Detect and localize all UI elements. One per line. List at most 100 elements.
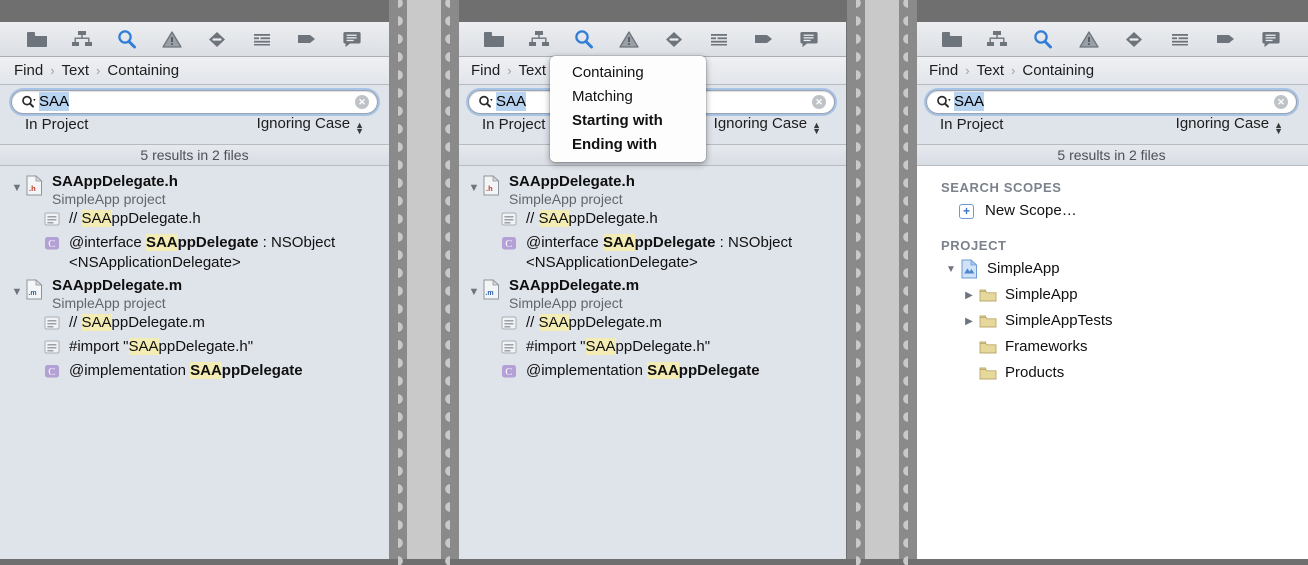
- menu-item-containing[interactable]: Containing: [550, 61, 706, 85]
- scope-tree-row[interactable]: Frameworks: [915, 334, 1308, 360]
- header-file-icon: .h: [26, 175, 46, 200]
- report-bubble-icon[interactable]: [330, 26, 375, 52]
- tag-icon[interactable]: [742, 26, 787, 52]
- result-file-header[interactable]: ▼ .m SAAppDelegate.m SimpleApp project: [0, 274, 389, 312]
- search-input[interactable]: SAA: [11, 90, 378, 114]
- folder-icon[interactable]: [471, 26, 516, 52]
- new-scope-row[interactable]: + New Scope…: [915, 198, 1308, 224]
- breadcrumb-mode[interactable]: Containing: [1022, 62, 1094, 79]
- scope-tree-label: SimpleApp: [1005, 286, 1078, 303]
- disclosure-triangle-icon[interactable]: ▶: [959, 316, 979, 327]
- menu-item-ending-with[interactable]: Ending with: [550, 133, 706, 157]
- clear-search-icon[interactable]: [812, 95, 826, 109]
- clear-search-icon[interactable]: [355, 95, 369, 109]
- hierarchy-icon[interactable]: [975, 26, 1021, 52]
- disclosure-triangle-icon[interactable]: ▼: [8, 276, 26, 298]
- breadcrumb-mode[interactable]: Containing: [107, 62, 179, 79]
- result-file-header[interactable]: ▼ .m SAAppDelegate.m SimpleApp project: [457, 274, 846, 312]
- xcode-project-icon: [961, 259, 981, 279]
- result-file-project: SimpleApp project: [52, 191, 166, 207]
- breadcrumb-find[interactable]: Find: [14, 62, 43, 79]
- disclosure-triangle-icon[interactable]: ▼: [8, 172, 26, 194]
- stepper-icon[interactable]: ▲ ▼: [1274, 121, 1283, 136]
- breadcrumb-text[interactable]: Text: [62, 62, 90, 79]
- disclosure-triangle-icon[interactable]: ▼: [465, 276, 483, 298]
- result-line[interactable]: // SAAppDelegate.h: [0, 208, 389, 232]
- search-icon[interactable]: [561, 26, 606, 52]
- scope-tree-row[interactable]: ▶ SimpleAppTests: [915, 308, 1308, 334]
- disclosure-triangle-icon[interactable]: ▼: [941, 264, 961, 275]
- search-value[interactable]: SAA: [954, 92, 1271, 111]
- report-bubble-icon[interactable]: [787, 26, 832, 52]
- result-line[interactable]: C @interface SAAppDelegate : NSObject <NS…: [457, 232, 846, 274]
- plus-icon[interactable]: +: [959, 203, 979, 219]
- folder-icon[interactable]: [929, 26, 975, 52]
- scope-tree-row[interactable]: Products: [915, 360, 1308, 386]
- line-pre: //: [526, 314, 539, 331]
- line-match: SAA: [81, 314, 112, 331]
- debug-lines-icon[interactable]: [240, 26, 285, 52]
- result-line[interactable]: C @interface SAAppDelegate : NSObject <NS…: [0, 232, 389, 274]
- breadcrumb-text[interactable]: Text: [519, 62, 547, 79]
- disclosure-triangle-icon[interactable]: ▼: [465, 172, 483, 194]
- search-icon[interactable]: [1020, 26, 1066, 52]
- menu-item-matching[interactable]: Matching: [550, 85, 706, 109]
- test-diamond-icon[interactable]: [652, 26, 697, 52]
- folder-icon[interactable]: [14, 26, 59, 52]
- results-list-1: ▼ .h SAAppDelegate.h SimpleApp project /…: [0, 166, 389, 384]
- search-scope-label[interactable]: In Project: [482, 116, 545, 133]
- svg-text:.h: .h: [486, 184, 493, 193]
- breadcrumb-find[interactable]: Find: [471, 62, 500, 79]
- search-magnifier-icon[interactable]: [21, 95, 36, 109]
- scope-tree-row[interactable]: ▼ SimpleApp: [915, 256, 1308, 282]
- debug-lines-icon[interactable]: [1157, 26, 1203, 52]
- search-case-option[interactable]: Ignoring Case ▲ ▼: [1176, 115, 1283, 136]
- stepper-icon[interactable]: ▲ ▼: [355, 121, 364, 136]
- comment-line-icon: [501, 339, 519, 359]
- search-scope-label[interactable]: In Project: [940, 116, 1003, 133]
- result-line[interactable]: #import "SAAppDelegate.h": [0, 336, 389, 360]
- search-icon[interactable]: [104, 26, 149, 52]
- result-line[interactable]: C @implementation SAAppDelegate: [457, 360, 846, 384]
- debug-lines-icon[interactable]: [697, 26, 742, 52]
- result-line[interactable]: // SAAppDelegate.h: [457, 208, 846, 232]
- breadcrumb-text[interactable]: Text: [977, 62, 1005, 79]
- test-diamond-icon[interactable]: [195, 26, 240, 52]
- test-diamond-icon[interactable]: [1112, 26, 1158, 52]
- svg-text:C: C: [505, 367, 512, 378]
- search-case-option[interactable]: Ignoring Case ▲ ▼: [714, 115, 821, 136]
- scope-tree-row[interactable]: ▶ SimpleApp: [915, 282, 1308, 308]
- hierarchy-icon[interactable]: [516, 26, 561, 52]
- result-file-header[interactable]: ▼ .h SAAppDelegate.h SimpleApp project: [457, 170, 846, 208]
- warning-triangle-icon[interactable]: [149, 26, 194, 52]
- search-scopes-panel: SEARCH SCOPES + New Scope… PROJECT ▼ Sim…: [915, 166, 1308, 559]
- search-case-option[interactable]: Ignoring Case ▲ ▼: [257, 115, 364, 136]
- result-line[interactable]: C @implementation SAAppDelegate: [0, 360, 389, 384]
- chevron-right-icon: ›: [50, 63, 55, 78]
- report-bubble-icon[interactable]: [1248, 26, 1294, 52]
- disclosure-triangle-icon[interactable]: ▶: [959, 290, 979, 301]
- scope-tree-label: Frameworks: [1005, 338, 1088, 355]
- search-scope-label[interactable]: In Project: [25, 116, 88, 133]
- stepper-icon[interactable]: ▲ ▼: [812, 121, 821, 136]
- find-mode-popup-menu[interactable]: Containing Matching Starting with Ending…: [550, 56, 706, 162]
- navigator-toolbar-3: [915, 22, 1308, 57]
- hierarchy-icon[interactable]: [59, 26, 104, 52]
- search-value[interactable]: SAA: [39, 92, 352, 111]
- search-magnifier-icon[interactable]: [936, 95, 951, 109]
- search-magnifier-icon[interactable]: [478, 95, 493, 109]
- result-file-header[interactable]: ▼ .h SAAppDelegate.h SimpleApp project: [0, 170, 389, 208]
- search-input[interactable]: SAA: [926, 90, 1297, 114]
- tag-icon[interactable]: [1203, 26, 1249, 52]
- result-file-name: SAAppDelegate.h: [52, 173, 178, 190]
- breadcrumb-find[interactable]: Find: [929, 62, 958, 79]
- result-line[interactable]: // SAAppDelegate.m: [457, 312, 846, 336]
- tag-icon[interactable]: [285, 26, 330, 52]
- menu-item-starting-with[interactable]: Starting with: [550, 109, 706, 133]
- result-line[interactable]: // SAAppDelegate.m: [0, 312, 389, 336]
- result-line[interactable]: #import "SAAppDelegate.h": [457, 336, 846, 360]
- clear-search-icon[interactable]: [1274, 95, 1288, 109]
- warning-triangle-icon[interactable]: [1066, 26, 1112, 52]
- results-list-2: ▼ .h SAAppDelegate.h SimpleApp project /…: [457, 166, 846, 384]
- warning-triangle-icon[interactable]: [606, 26, 651, 52]
